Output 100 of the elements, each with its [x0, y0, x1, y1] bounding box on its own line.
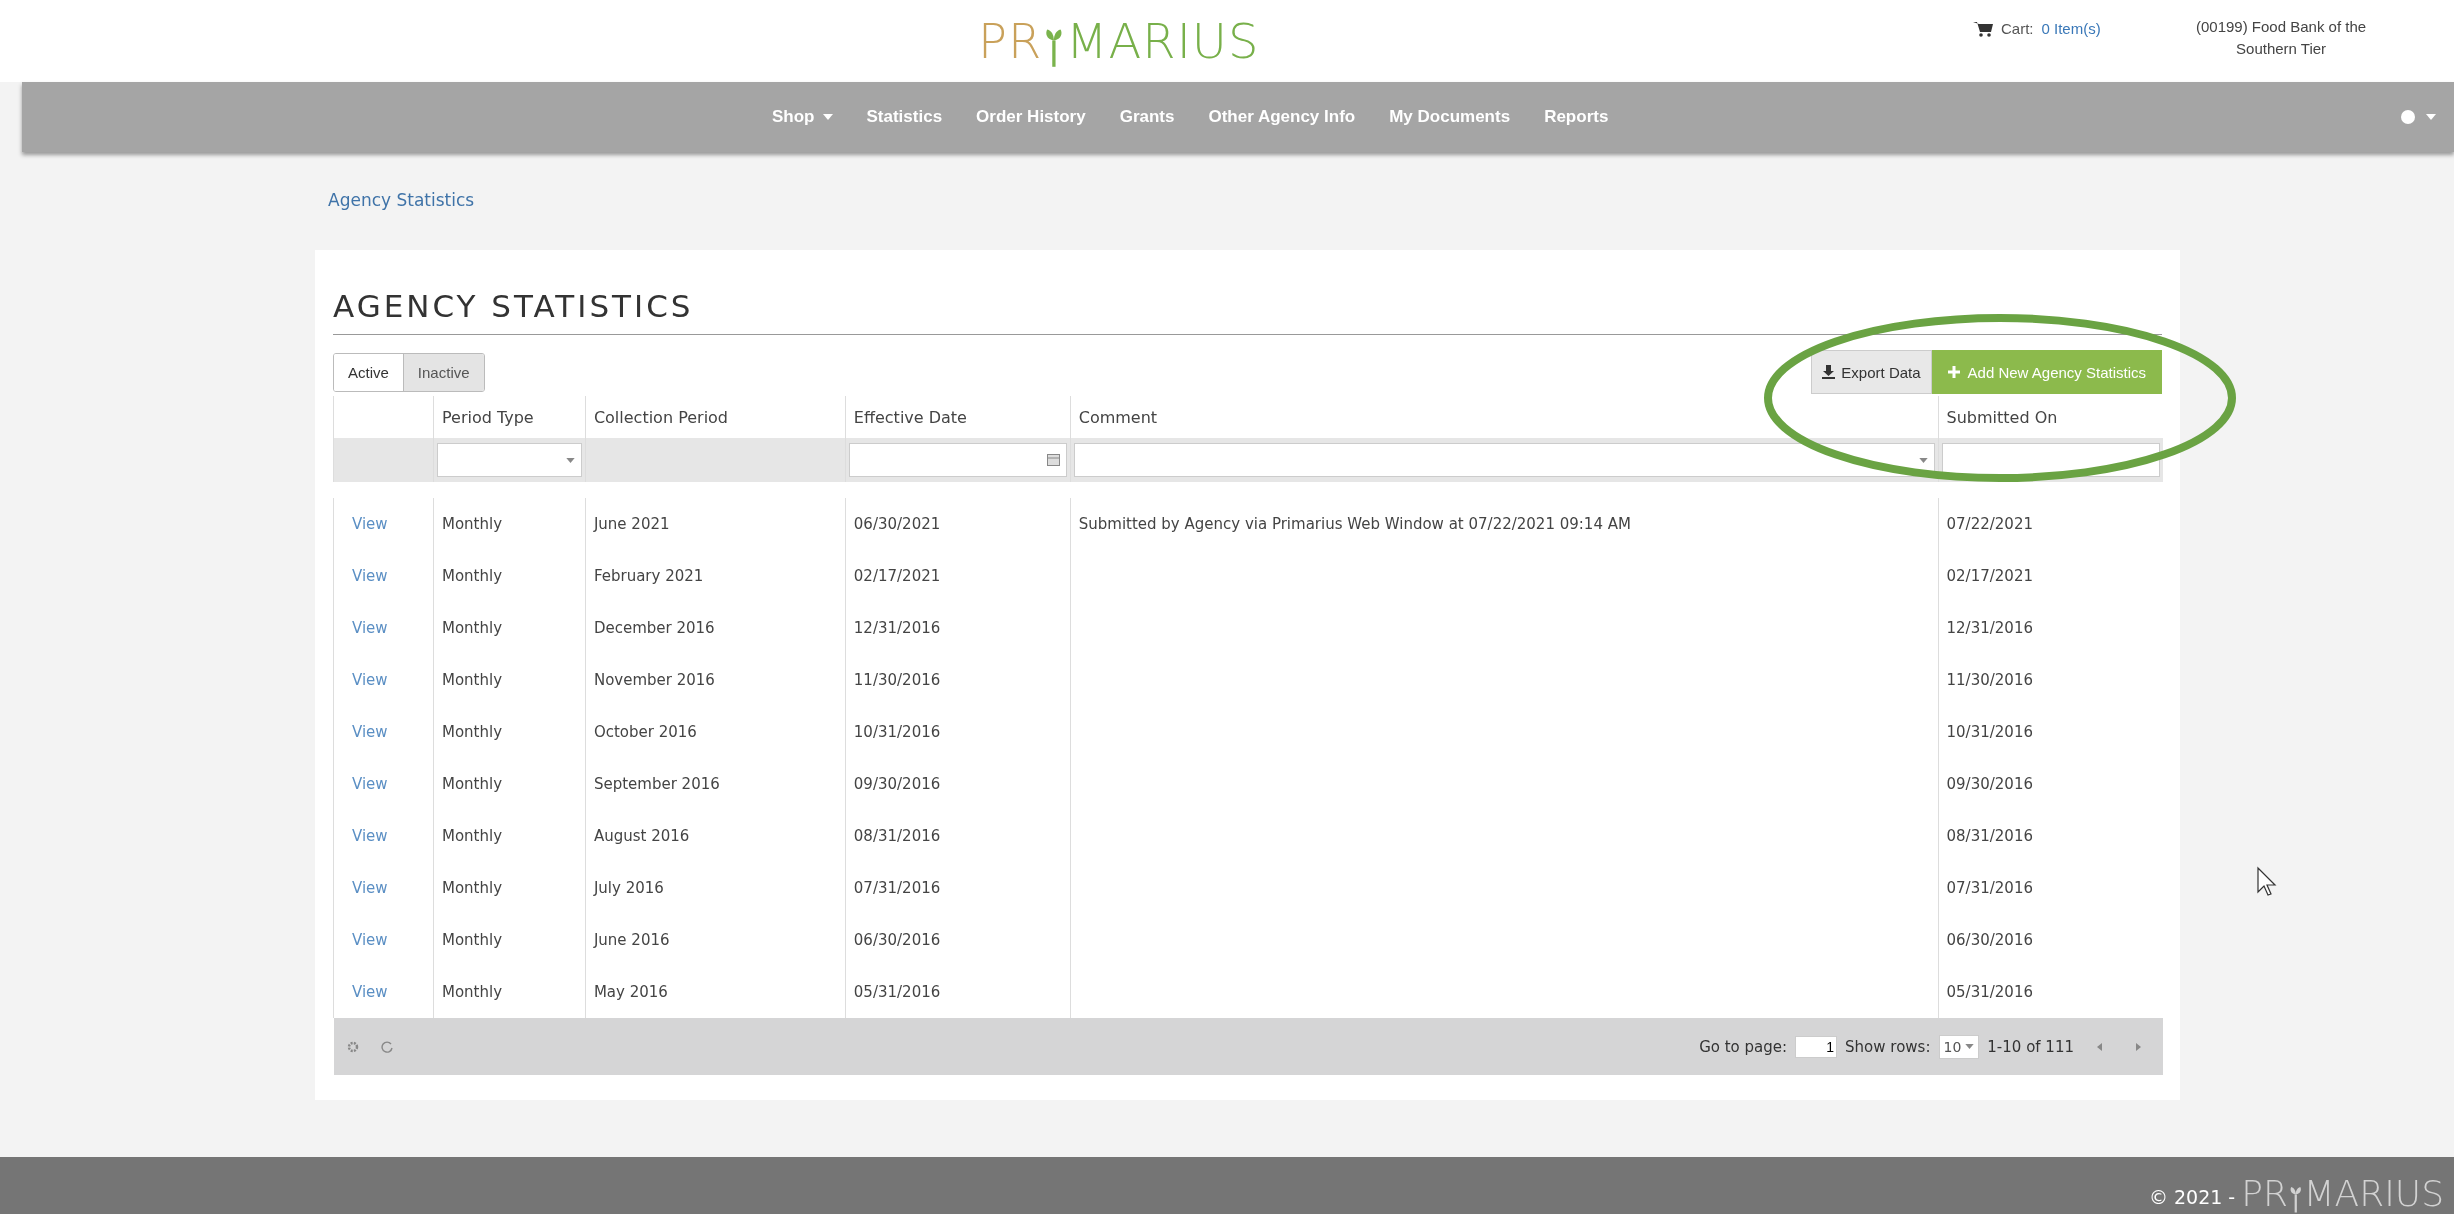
table-cell: Monthly [441, 983, 503, 1001]
table-cell: Monthly [441, 567, 503, 585]
table-cell: 11/30/2016 [1946, 671, 2033, 689]
table-cell: November 2016 [593, 671, 715, 689]
table-cell: August 2016 [593, 827, 690, 845]
column-header: Comment [1078, 407, 1158, 427]
view-link[interactable]: View [342, 619, 388, 637]
nav-link[interactable]: Reports [1527, 107, 1626, 127]
view-link[interactable]: View [342, 775, 388, 793]
table-cell: Monthly [441, 775, 503, 793]
view-link[interactable]: View [342, 931, 388, 949]
column-header: Collection Period [593, 407, 729, 427]
table-cell: 10/31/2016 [853, 723, 941, 741]
table-cell: February 2021 [593, 567, 704, 585]
table-cell: October 2016 [593, 723, 697, 741]
column-header: Effective Date [853, 407, 967, 427]
logo-text: MARIUS [1066, 13, 1260, 69]
logo-text: MARIUS [2303, 1173, 2444, 1214]
gear-icon[interactable] [346, 1040, 359, 1053]
download-icon [1822, 365, 1836, 379]
view-link[interactable]: View [342, 723, 388, 741]
table-cell: Monthly [441, 931, 503, 949]
column-header: Submitted On [1946, 407, 2058, 427]
sprout-icon [2288, 1184, 2303, 1214]
date-filter-field[interactable] [848, 443, 1067, 477]
previous-icon[interactable] [2096, 1041, 2104, 1052]
nav-link[interactable]: My Documents [1372, 107, 1528, 127]
agency-name: (00199) Food Bank of the [2196, 17, 2367, 37]
table-cell: Monthly [441, 879, 503, 897]
caret-icon [1965, 1044, 1975, 1049]
table-cell: 05/31/2016 [853, 983, 941, 1001]
table-cell: 05/31/2016 [1946, 983, 2033, 1001]
table-cell: Monthly [441, 619, 503, 637]
table-cell: Monthly [441, 723, 503, 741]
user-icon[interactable] [2400, 109, 2416, 125]
table-cell: May 2016 [593, 983, 668, 1001]
view-link[interactable]: View [342, 567, 388, 585]
table-cell: December 2016 [593, 619, 715, 637]
table-cell: June 2016 [593, 931, 670, 949]
cart-icon [1973, 20, 1993, 37]
caret-icon [2426, 114, 2436, 120]
table-cell: June 2021 [593, 515, 670, 533]
next-icon[interactable] [2134, 1041, 2142, 1052]
filter-dropdown[interactable] [436, 443, 582, 477]
caret-icon [1918, 457, 1928, 463]
filter-dropdown[interactable] [1073, 443, 1935, 477]
caret-icon [565, 457, 575, 463]
logo-text: PR [978, 13, 1043, 69]
table-cell: September 2016 [593, 775, 720, 793]
breadcrumb-link[interactable]: Agency Statistics [328, 190, 475, 210]
agency-name: Southern Tier [2235, 39, 2328, 59]
table-cell: 02/17/2021 [1946, 567, 2033, 585]
cart-label: Cart: [2001, 20, 2034, 37]
export-button[interactable]: Export Data [1811, 350, 1932, 394]
pointer-icon [2257, 866, 2277, 896]
table-cell: 10/31/2016 [1946, 723, 2033, 741]
cart-count-link[interactable]: 0 Item(s) [2041, 20, 2101, 37]
nav-link[interactable]: Grants [1102, 107, 1192, 127]
page-input[interactable]: 1 [1795, 1035, 1838, 1058]
table-cell: 07/31/2016 [853, 879, 941, 897]
view-link[interactable]: View [342, 827, 388, 845]
view-link[interactable]: View [342, 879, 388, 897]
refresh-icon[interactable] [380, 1040, 394, 1053]
plus-icon [1947, 366, 1960, 378]
nav-link[interactable]: Order History [959, 107, 1103, 127]
table-cell: 07/31/2016 [1946, 879, 2033, 897]
nav-link[interactable]: Statistics [849, 107, 960, 127]
nav-link[interactable]: Shop [755, 107, 850, 127]
panel-title: AGENCY STATISTICS [333, 288, 694, 324]
table-cell: 12/31/2016 [853, 619, 941, 637]
column-header: Period Type [441, 407, 534, 427]
view-link[interactable]: View [342, 671, 388, 689]
table-cell: 06/30/2016 [1946, 931, 2033, 949]
table-cell: Submitted by Agency via Primarius Web Window at 07/22/2021 09:14 AM [1078, 515, 1631, 533]
table-cell: 08/31/2016 [1946, 827, 2033, 845]
copyright-text: © 2021 - [2148, 1186, 2236, 1208]
toggle-tab[interactable]: Inactive [402, 353, 484, 391]
rows-label: Show rows: [1845, 1037, 1931, 1056]
calendar-icon [1046, 454, 1060, 466]
goto-label: Go to page: [1699, 1037, 1788, 1056]
view-link[interactable]: View [342, 983, 388, 1001]
table-cell: 06/30/2021 [853, 515, 941, 533]
table-cell: Monthly [441, 515, 503, 533]
page-range: 1-10 of 111 [1987, 1037, 2074, 1056]
table-cell: 09/30/2016 [1946, 775, 2033, 793]
table-cell: Monthly [441, 671, 503, 689]
table-cell: 06/30/2016 [853, 931, 941, 949]
table-cell: Monthly [441, 827, 503, 845]
add-button[interactable]: Add New Agency Statistics [1931, 350, 2162, 394]
table-cell: 09/30/2016 [853, 775, 941, 793]
nav-link[interactable]: Other Agency Info [1191, 107, 1373, 127]
table-cell: 11/30/2016 [853, 671, 941, 689]
table-cell: 07/22/2021 [1946, 515, 2033, 533]
view-link[interactable]: View [342, 515, 388, 533]
rows-dropdown[interactable]: 10 [1938, 1034, 1980, 1059]
table-cell: 12/31/2016 [1946, 619, 2033, 637]
logo-text: PR [2241, 1173, 2288, 1214]
table-cell: 02/17/2021 [853, 567, 941, 585]
table-cell: 08/31/2016 [853, 827, 941, 845]
table-cell: July 2016 [593, 879, 664, 897]
